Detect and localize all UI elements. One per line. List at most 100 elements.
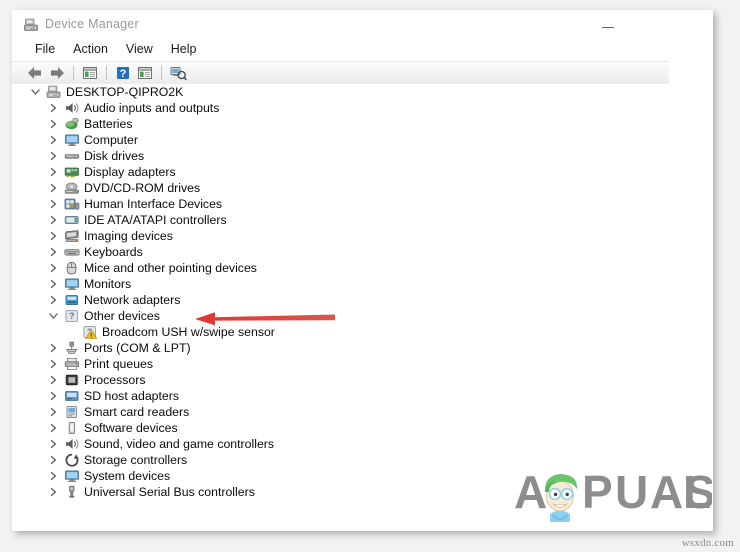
tree-item-monitors[interactable]: Monitors [12, 276, 713, 292]
tree-item-ports-com-lpt[interactable]: Ports (COM & LPT) [12, 340, 713, 356]
unknown-device-warning-icon: ? [82, 325, 98, 339]
tree-item-software-devices[interactable]: Software devices [12, 420, 713, 436]
tree-item-label: Human Interface Devices [84, 197, 223, 211]
tree-item-disk-drives[interactable]: Disk drives [12, 148, 713, 164]
forward-button[interactable] [46, 62, 68, 84]
tree-item-storage-controllers[interactable]: Storage controllers [12, 452, 713, 468]
scan-hardware-changes-button[interactable] [167, 62, 189, 84]
chevron-right-icon[interactable] [48, 196, 59, 212]
chevron-down-icon[interactable] [30, 84, 41, 100]
chevron-right-icon[interactable] [48, 244, 59, 260]
tree-root-label: DESKTOP-QIPRO2K [66, 85, 184, 99]
tree-item-sd-host-adapters[interactable]: SD host adapters [12, 388, 713, 404]
network-adapter-icon [64, 293, 80, 307]
hid-icon [64, 197, 80, 211]
properties-button[interactable] [134, 62, 156, 84]
chevron-right-icon[interactable] [48, 356, 59, 372]
device-tree[interactable]: DESKTOP-QIPRO2K Audio inputs and outputs… [12, 84, 713, 531]
tree-item-label: Mice and other pointing devices [84, 261, 257, 275]
chevron-right-icon[interactable] [48, 420, 59, 436]
chevron-right-icon[interactable] [48, 212, 59, 228]
tree-item-label: Disk drives [84, 149, 145, 163]
tree-item-broadcom-ush-w-swipe-sensor[interactable]: ? Broadcom USH w/swipe sensor [12, 324, 713, 340]
menu-help[interactable]: Help [162, 40, 206, 58]
back-button[interactable] [24, 62, 46, 84]
tree-item-label: Storage controllers [84, 453, 188, 467]
tree-item-universal-serial-bus-controllers[interactable]: Universal Serial Bus controllers [12, 484, 713, 500]
chevron-right-icon[interactable] [48, 452, 59, 468]
disk-drive-icon [64, 149, 80, 163]
monitor-icon [64, 277, 80, 291]
chevron-down-icon[interactable] [48, 308, 59, 324]
chevron-right-icon[interactable] [48, 372, 59, 388]
chevron-right-icon[interactable] [48, 292, 59, 308]
tree-item-label: Keyboards [84, 245, 143, 259]
device-manager-icon [24, 18, 39, 32]
tree-item-label: DVD/CD-ROM drives [84, 181, 201, 195]
chevron-right-icon[interactable] [48, 404, 59, 420]
chevron-right-icon[interactable] [48, 116, 59, 132]
tree-item-dvd-cd-rom-drives[interactable]: DVD/CD-ROM drives [12, 180, 713, 196]
tree-item-print-queues[interactable]: Print queues [12, 356, 713, 372]
display-adapter-icon [64, 165, 80, 179]
toolbar-separator-2 [106, 66, 107, 80]
tree-item-imaging-devices[interactable]: Imaging devices [12, 228, 713, 244]
tree-item-label: Ports (COM & LPT) [84, 341, 191, 355]
tree-item-label: Sound, video and game controllers [84, 437, 275, 451]
chevron-right-icon[interactable] [48, 276, 59, 292]
show-hide-console-tree-button[interactable] [79, 62, 101, 84]
chevron-right-icon[interactable] [48, 260, 59, 276]
toolbar-separator-3 [161, 66, 162, 80]
chevron-right-icon[interactable] [48, 484, 59, 500]
tree-item-system-devices[interactable]: System devices [12, 468, 713, 484]
chevron-right-icon[interactable] [48, 228, 59, 244]
tree-item-smart-card-readers[interactable]: Smart card readers [12, 404, 713, 420]
chevron-right-icon[interactable] [48, 164, 59, 180]
tree-item-audio-inputs-and-outputs[interactable]: Audio inputs and outputs [12, 100, 713, 116]
tree-item-sound-video-and-game-controllers[interactable]: Sound, video and game controllers [12, 436, 713, 452]
svg-text:?: ? [69, 310, 75, 321]
help-button[interactable]: ? [112, 62, 134, 84]
storage-controller-icon [64, 453, 80, 467]
tree-item-batteries[interactable]: Batteries [12, 116, 713, 132]
toolbar-separator-1 [73, 66, 74, 80]
toolbar: ? [12, 61, 669, 85]
minimize-glyph [602, 27, 614, 28]
tree-item-label: Print queues [84, 357, 154, 371]
tree-item-label: Universal Serial Bus controllers [84, 485, 255, 499]
chevron-right-icon[interactable] [48, 100, 59, 116]
minimize-button[interactable] [590, 10, 626, 38]
tree-item-human-interface-devices[interactable]: Human Interface Devices [12, 196, 713, 212]
chevron-right-icon[interactable] [48, 180, 59, 196]
tree-item-other-devices[interactable]: ? Other devices [12, 308, 713, 324]
tree-item-label: Audio inputs and outputs [84, 101, 220, 115]
device-manager-window: Device Manager File Action View Help ? D… [12, 10, 713, 531]
tree-item-label: Processors [84, 373, 146, 387]
tree-item-mice-and-other-pointing-devices[interactable]: Mice and other pointing devices [12, 260, 713, 276]
menu-action[interactable]: Action [64, 40, 117, 58]
speaker-icon [64, 101, 80, 115]
computer-root-icon [46, 85, 62, 99]
chevron-right-icon[interactable] [48, 388, 59, 404]
window-title: Device Manager [45, 17, 139, 31]
tree-item-label: Smart card readers [84, 405, 190, 419]
chevron-right-icon[interactable] [48, 148, 59, 164]
tree-item-ide-ata-atapi-controllers[interactable]: IDE ATA/ATAPI controllers [12, 212, 713, 228]
tree-item-display-adapters[interactable]: Display adapters [12, 164, 713, 180]
tree-item-keyboards[interactable]: Keyboards [12, 244, 713, 260]
tree-item-label: Computer [84, 133, 138, 147]
tree-item-processors[interactable]: Processors [12, 372, 713, 388]
software-device-icon [64, 421, 80, 435]
tree-item-network-adapters[interactable]: Network adapters [12, 292, 713, 308]
chevron-right-icon[interactable] [48, 468, 59, 484]
tree-item-label: Network adapters [84, 293, 181, 307]
tree-item-computer[interactable]: Computer [12, 132, 713, 148]
tree-root-node[interactable]: DESKTOP-QIPRO2K [12, 84, 713, 100]
chevron-right-icon[interactable] [48, 132, 59, 148]
chevron-right-icon[interactable] [48, 340, 59, 356]
chevron-right-icon[interactable] [48, 436, 59, 452]
menu-view[interactable]: View [117, 40, 162, 58]
port-icon [64, 341, 80, 355]
menu-file[interactable]: File [26, 40, 64, 58]
tree-item-label: System devices [84, 469, 171, 483]
